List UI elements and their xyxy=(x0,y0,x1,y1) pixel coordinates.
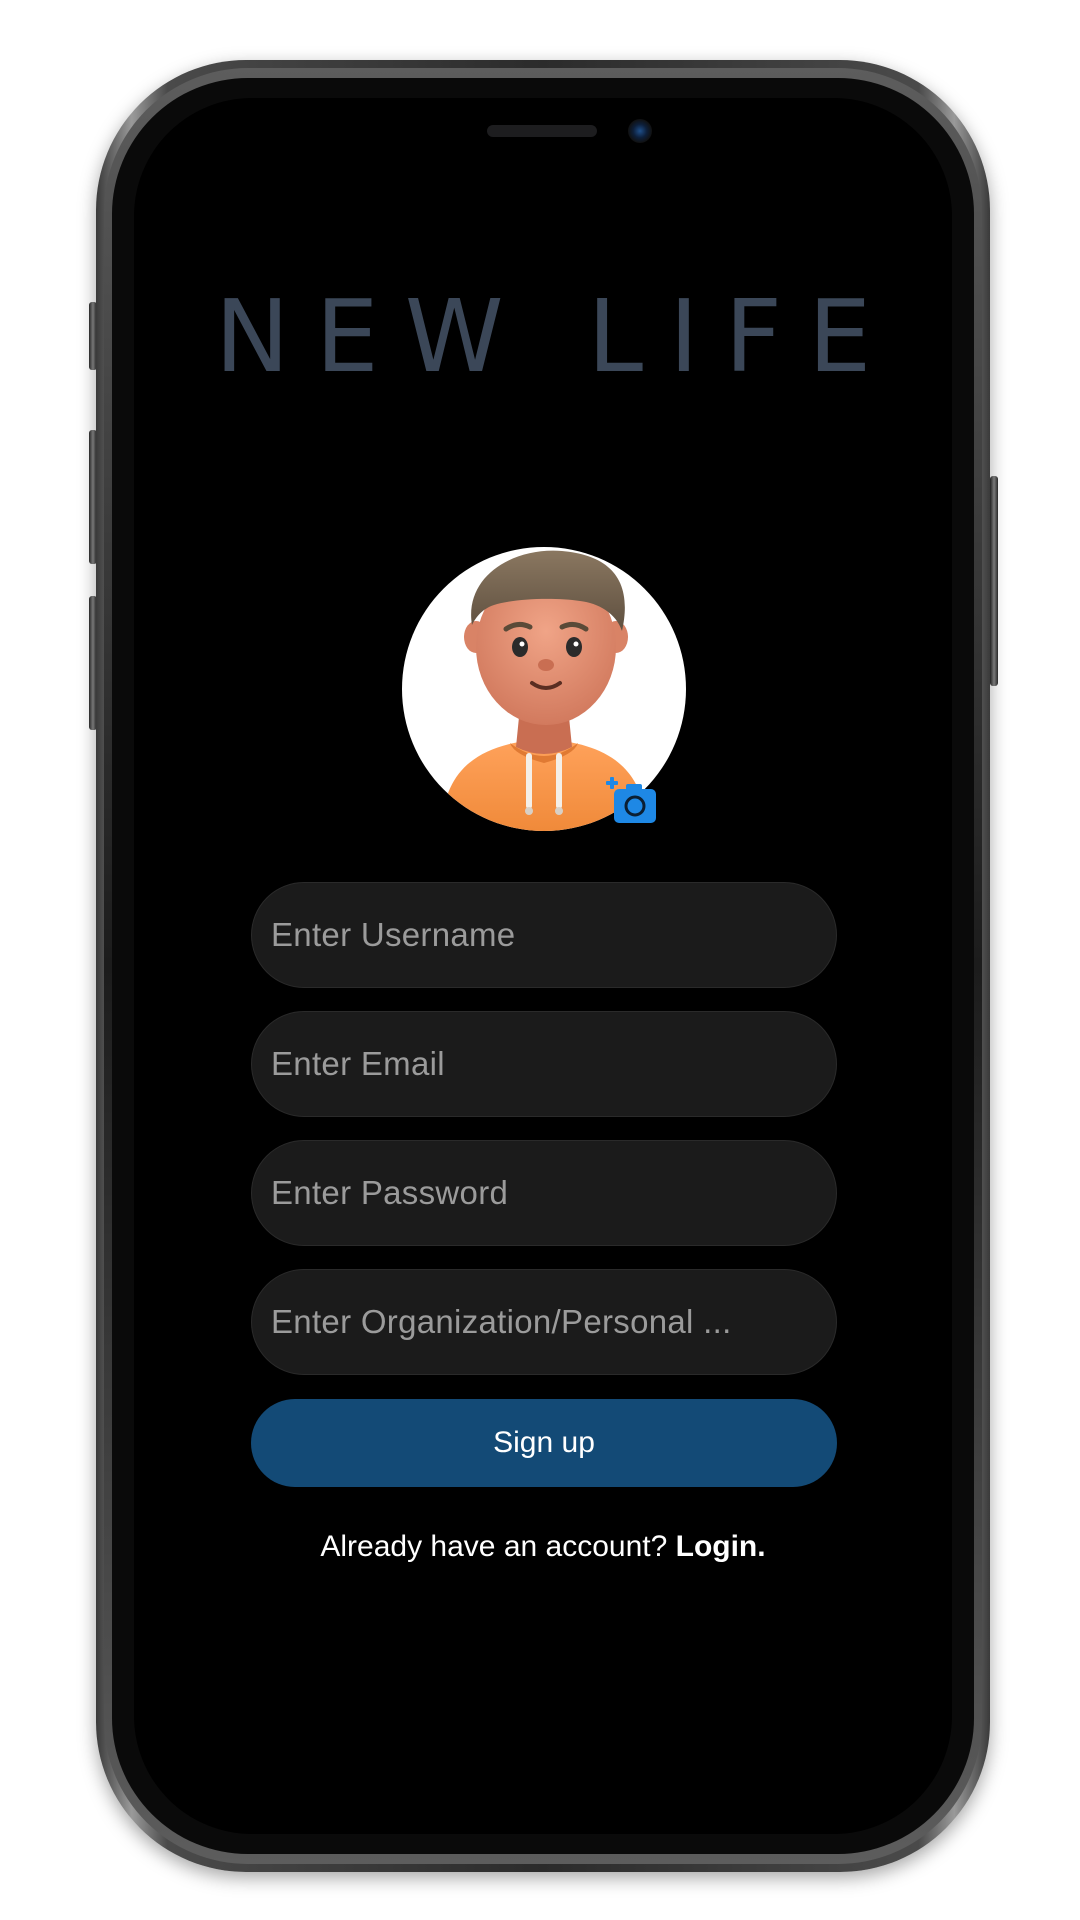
login-link[interactable]: Login. xyxy=(676,1530,766,1563)
username-placeholder: Enter Username xyxy=(271,916,516,953)
signup-button[interactable]: Sign up xyxy=(251,1399,837,1487)
email-placeholder: Enter Email xyxy=(271,1045,445,1082)
organization-placeholder: Enter Organization/Personal ... xyxy=(271,1303,732,1340)
camera-plus-icon xyxy=(606,777,656,823)
phone-mockup-scene: NEW LIFE Enter Username Enter Email Ente… xyxy=(0,0,1080,1920)
organization-field[interactable]: Enter Organization/Personal ... xyxy=(251,1269,837,1375)
power-button xyxy=(990,476,998,686)
add-photo-icon[interactable] xyxy=(606,775,658,825)
app-title: NEW LIFE xyxy=(214,278,898,395)
username-field[interactable]: Enter Username xyxy=(251,882,837,988)
login-prompt: Already have an account? Login. xyxy=(134,1530,952,1564)
login-prompt-text: Already have an account? xyxy=(320,1530,668,1563)
front-camera xyxy=(628,119,652,143)
password-field[interactable]: Enter Password xyxy=(251,1140,837,1246)
earpiece-speaker xyxy=(487,125,597,137)
app-screen: NEW LIFE Enter Username Enter Email Ente… xyxy=(134,98,952,1834)
email-field[interactable]: Enter Email xyxy=(251,1011,837,1117)
password-placeholder: Enter Password xyxy=(271,1174,509,1211)
